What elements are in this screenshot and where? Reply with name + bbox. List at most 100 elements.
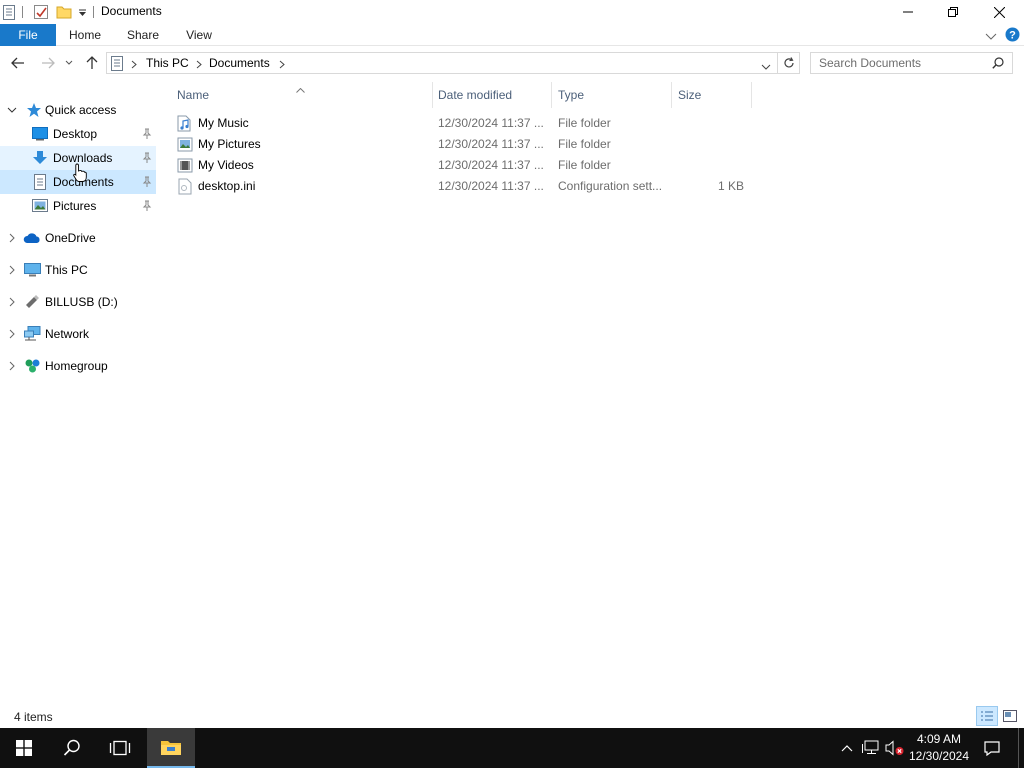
nav-item-onedrive[interactable]: OneDrive xyxy=(0,226,156,250)
file-row[interactable]: My Pictures 12/30/2024 11:37 ... File fo… xyxy=(170,134,750,155)
search-input[interactable] xyxy=(811,53,991,73)
nav-label: This PC xyxy=(45,263,88,277)
file-date: 12/30/2024 11:37 ... xyxy=(438,179,544,193)
toolbar-separator xyxy=(93,6,94,18)
tab-share[interactable]: Share xyxy=(118,24,168,46)
clock-date: 12/30/2024 xyxy=(908,749,970,763)
search-box[interactable] xyxy=(810,52,1013,74)
pin-icon[interactable] xyxy=(142,152,152,164)
file-explorer-taskbar-button[interactable] xyxy=(147,728,195,768)
nav-item-pictures[interactable]: Pictures xyxy=(0,194,156,218)
collapsed-chevron-icon[interactable] xyxy=(7,329,17,339)
task-view-button[interactable] xyxy=(96,728,144,768)
breadcrumb-chevron-icon[interactable] xyxy=(131,58,137,72)
tab-view[interactable]: View xyxy=(174,24,224,46)
column-header-name[interactable]: Name xyxy=(170,82,432,108)
item-count: 4 items xyxy=(14,710,53,724)
documents-location-icon xyxy=(111,56,123,74)
file-row[interactable]: desktop.ini 12/30/2024 11:37 ... Configu… xyxy=(170,176,750,197)
homegroup-icon xyxy=(25,359,40,373)
pin-icon[interactable] xyxy=(142,176,152,188)
file-explorer-icon xyxy=(161,741,181,755)
taskbar: 4:09 AM 12/30/2024 xyxy=(0,728,1024,768)
customize-toolbar-icon[interactable] xyxy=(76,4,88,20)
large-icons-view-button[interactable] xyxy=(1000,707,1020,725)
search-icon[interactable] xyxy=(992,57,1004,72)
column-header-type[interactable]: Type xyxy=(551,82,671,108)
nav-item-this-pc[interactable]: This PC xyxy=(0,258,156,282)
file-size xyxy=(670,155,744,176)
back-button[interactable] xyxy=(8,54,28,72)
file-row[interactable]: My Videos 12/30/2024 11:37 ... File fold… xyxy=(170,155,750,176)
hand-cursor-icon xyxy=(73,163,87,182)
breadcrumb-chevron-icon[interactable] xyxy=(279,58,285,72)
collapsed-chevron-icon[interactable] xyxy=(7,361,17,371)
nav-item-network[interactable]: Network xyxy=(0,322,156,346)
nav-label: OneDrive xyxy=(45,231,96,245)
expanded-chevron-icon[interactable] xyxy=(7,105,17,115)
ribbon: File Home Share View ? xyxy=(0,24,1024,46)
up-button[interactable] xyxy=(82,54,102,72)
large-icons-view-icon xyxy=(1003,710,1017,722)
details-view-button[interactable] xyxy=(976,706,998,726)
address-history-dropdown-icon[interactable] xyxy=(761,60,771,74)
recent-locations-icon[interactable] xyxy=(62,54,76,72)
tab-home[interactable]: Home xyxy=(60,24,110,46)
start-button[interactable] xyxy=(0,728,48,768)
nav-label: Homegroup xyxy=(45,359,108,373)
network-icon xyxy=(24,326,41,341)
column-header-date-modified[interactable]: Date modified xyxy=(431,82,551,108)
file-type: File folder xyxy=(558,137,611,151)
file-date: 12/30/2024 11:37 ... xyxy=(438,116,544,130)
new-folder-icon[interactable] xyxy=(55,4,73,20)
nav-quick-access[interactable]: Quick access xyxy=(0,98,156,122)
onedrive-icon xyxy=(23,233,40,243)
forward-button[interactable] xyxy=(38,54,58,72)
restore-button[interactable] xyxy=(930,0,976,24)
file-type: File folder xyxy=(558,158,611,172)
nav-label: Desktop xyxy=(53,127,98,141)
collapsed-chevron-icon[interactable] xyxy=(7,233,17,243)
volume-tray-button[interactable] xyxy=(884,728,906,768)
file-list: Name Date modified Type Size My Music 12… xyxy=(170,82,770,682)
nav-label: BILLUSB (D:) xyxy=(45,295,118,309)
show-hidden-icons-button[interactable] xyxy=(838,728,856,768)
nav-item-billusb[interactable]: BILLUSB (D:) xyxy=(0,290,156,314)
collapsed-chevron-icon[interactable] xyxy=(7,265,17,275)
file-name: desktop.ini xyxy=(198,179,256,193)
file-row[interactable]: My Music 12/30/2024 11:37 ... File folde… xyxy=(170,113,750,134)
breadcrumb-this-pc[interactable]: This PC xyxy=(146,56,189,70)
tab-file[interactable]: File xyxy=(0,24,56,46)
properties-icon[interactable] xyxy=(32,4,50,20)
documents-icon xyxy=(34,174,46,190)
pin-icon[interactable] xyxy=(142,200,152,212)
nav-label: Quick access xyxy=(45,103,117,117)
system-clock[interactable]: 4:09 AM 12/30/2024 xyxy=(904,731,974,765)
show-desktop-button[interactable] xyxy=(1018,728,1019,768)
collapsed-chevron-icon[interactable] xyxy=(7,297,17,307)
help-icon[interactable]: ? xyxy=(1005,27,1020,42)
column-divider[interactable] xyxy=(751,82,752,108)
clock-time: 4:09 AM xyxy=(916,732,962,746)
column-header-size[interactable]: Size xyxy=(671,82,751,108)
task-view-icon xyxy=(109,740,131,756)
expand-ribbon-icon[interactable] xyxy=(985,30,997,40)
address-bar[interactable]: This PC Documents xyxy=(106,52,778,74)
videos-folder-icon xyxy=(177,158,193,173)
breadcrumb-documents[interactable]: Documents xyxy=(209,56,270,70)
file-size: 1 KB xyxy=(717,179,744,193)
network-tray-button[interactable] xyxy=(860,728,882,768)
search-taskbar-button[interactable] xyxy=(48,728,96,768)
nav-item-homegroup[interactable]: Homegroup xyxy=(0,354,156,378)
nav-item-desktop[interactable]: Desktop xyxy=(0,122,156,146)
refresh-button[interactable] xyxy=(778,52,800,74)
volume-muted-icon xyxy=(885,740,904,756)
breadcrumb-chevron-icon[interactable] xyxy=(196,58,202,72)
close-button[interactable] xyxy=(976,0,1022,24)
this-pc-icon xyxy=(24,263,41,277)
file-size xyxy=(670,134,744,155)
minimize-button[interactable] xyxy=(885,0,931,24)
pin-icon[interactable] xyxy=(142,128,152,140)
file-date: 12/30/2024 11:37 ... xyxy=(438,137,544,151)
action-center-button[interactable] xyxy=(978,728,1006,768)
